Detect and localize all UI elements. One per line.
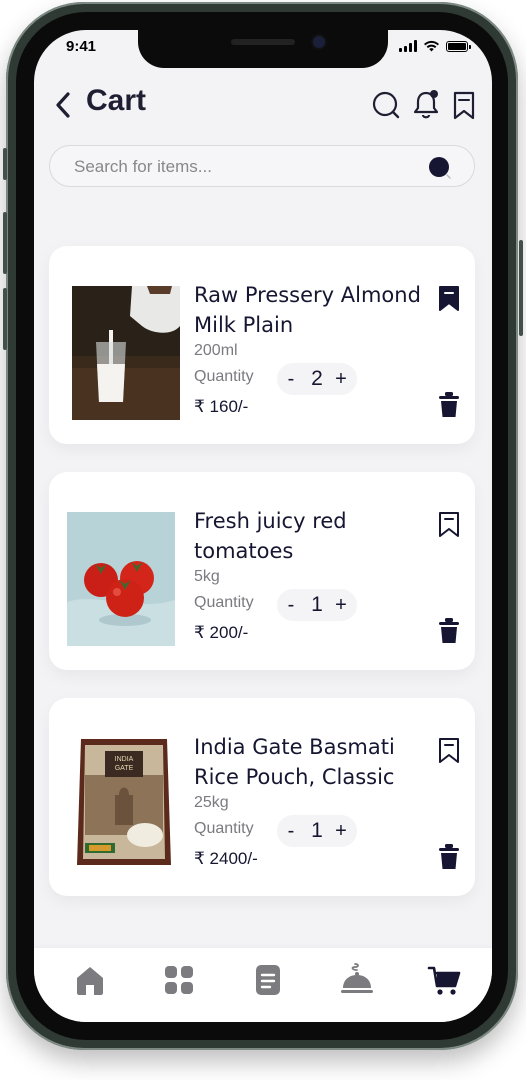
search-icon[interactable] bbox=[370, 88, 402, 122]
product-name: Fresh juicy red tomatoes bbox=[194, 509, 347, 563]
status-icons bbox=[399, 40, 471, 52]
product-size: 25kg bbox=[194, 794, 229, 811]
categories-icon[interactable] bbox=[161, 962, 197, 998]
battery-icon bbox=[446, 40, 471, 52]
quantity-stepper: - 1 + bbox=[277, 815, 357, 847]
bookmark-outline-icon[interactable] bbox=[437, 736, 461, 764]
dish-icon[interactable] bbox=[339, 962, 375, 998]
cart-icon[interactable] bbox=[427, 962, 463, 998]
cellular-signal-icon bbox=[399, 40, 417, 52]
notch bbox=[138, 30, 388, 68]
product-size: 5kg bbox=[194, 568, 220, 585]
wifi-icon bbox=[424, 40, 439, 52]
volume-down-button bbox=[3, 288, 7, 350]
notification-bell-icon[interactable] bbox=[410, 88, 442, 122]
product-name: India Gate Basmati Rice Pouch, Classic bbox=[194, 735, 395, 789]
search-bar bbox=[49, 145, 475, 188]
svg-text:INDIA: INDIA bbox=[115, 756, 134, 763]
product-image-tomatoes bbox=[67, 512, 175, 646]
header: Cart bbox=[34, 84, 492, 130]
increase-quantity-button[interactable]: + bbox=[331, 817, 351, 845]
increase-quantity-button[interactable]: + bbox=[331, 591, 351, 619]
cart-item-card: INDIA GATE India Gate Basmati Rice Pouch… bbox=[49, 698, 475, 896]
back-arrow-icon[interactable] bbox=[50, 88, 76, 122]
bookmark-filled-icon[interactable] bbox=[437, 284, 461, 312]
quantity-value: 1 bbox=[311, 593, 323, 616]
product-name: Raw Pressery Almond Milk Plain bbox=[194, 283, 421, 337]
volume-up-button bbox=[3, 212, 7, 274]
app-screen: 9:41 Cart Search for items... Raw Presse… bbox=[34, 30, 492, 1022]
quantity-value: 2 bbox=[311, 367, 323, 390]
speaker-grille bbox=[231, 39, 295, 45]
power-button bbox=[519, 240, 523, 336]
quantity-label: Quantity bbox=[194, 820, 254, 837]
trash-icon[interactable] bbox=[437, 617, 461, 645]
svg-text:GATE: GATE bbox=[115, 765, 134, 772]
quantity-value: 1 bbox=[311, 819, 323, 842]
product-price: ₹ 2400/- bbox=[194, 849, 258, 868]
bottom-tab-bar bbox=[34, 948, 492, 1022]
decrease-quantity-button[interactable]: - bbox=[281, 817, 301, 845]
search-input[interactable] bbox=[72, 146, 416, 188]
trash-icon[interactable] bbox=[437, 391, 461, 419]
front-camera bbox=[313, 36, 325, 48]
bookmark-outline-icon[interactable] bbox=[437, 510, 461, 538]
product-price: ₹ 160/- bbox=[194, 397, 249, 416]
home-icon[interactable] bbox=[72, 962, 108, 998]
quantity-stepper: - 1 + bbox=[277, 589, 357, 621]
quantity-stepper: - 2 + bbox=[277, 363, 357, 395]
cart-item-card: Raw Pressery Almond Milk Plain 200ml Qua… bbox=[49, 246, 475, 444]
status-time: 9:41 bbox=[66, 38, 97, 55]
quantity-label: Quantity bbox=[194, 368, 254, 385]
trash-icon[interactable] bbox=[437, 843, 461, 871]
decrease-quantity-button[interactable]: - bbox=[281, 591, 301, 619]
orders-icon[interactable] bbox=[250, 962, 286, 998]
product-image-milk bbox=[72, 286, 180, 420]
increase-quantity-button[interactable]: + bbox=[331, 365, 351, 393]
cart-item-card: Fresh juicy red tomatoes 5kg Quantity - … bbox=[49, 472, 475, 670]
mute-switch bbox=[3, 148, 7, 180]
page-title: Cart bbox=[86, 84, 147, 117]
search-button-icon[interactable] bbox=[428, 156, 452, 180]
decrease-quantity-button[interactable]: - bbox=[281, 365, 301, 393]
bookmark-icon[interactable] bbox=[448, 88, 480, 122]
product-image-rice-pouch: INDIA GATE bbox=[77, 739, 171, 865]
product-price: ₹ 200/- bbox=[194, 623, 249, 642]
product-size: 200ml bbox=[194, 342, 238, 359]
quantity-label: Quantity bbox=[194, 594, 254, 611]
